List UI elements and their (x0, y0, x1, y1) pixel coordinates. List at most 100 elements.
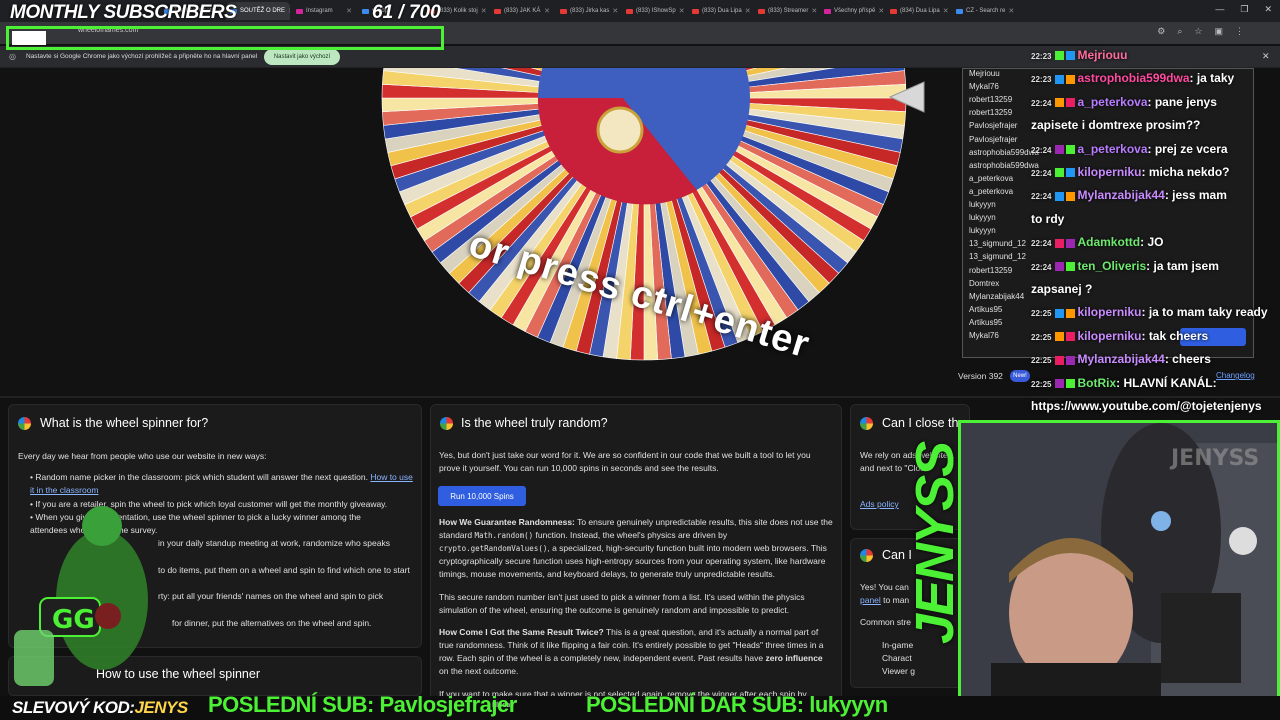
bookmark-star-icon[interactable]: ☆ (1194, 26, 1202, 37)
tab-close-icon[interactable]: ✕ (811, 7, 817, 15)
name-list-item[interactable]: 13_sigmund_12 (969, 239, 1026, 248)
tab-title: Instagram (306, 8, 333, 14)
name-list-item[interactable]: Artikus95 (969, 318, 1002, 327)
browser-tab[interactable]: Všechny příspě ✕ (820, 2, 884, 20)
tab-close-icon[interactable]: ✕ (346, 7, 352, 15)
tab-close-icon[interactable]: ✕ (745, 7, 751, 15)
chat-badge-icon (1066, 51, 1076, 61)
tab-close-icon[interactable]: ✕ (481, 7, 487, 15)
chat-badge-icon (1066, 332, 1076, 342)
chat-username[interactable]: kiloperniku (1077, 329, 1141, 343)
tab-close-icon[interactable]: ✕ (878, 7, 884, 15)
chat-message: 22:24 Mylanzabijak44: jess mam (1031, 188, 1227, 202)
maximize-icon[interactable]: ❐ (1240, 4, 1248, 15)
chat-text: : tak cheers (1141, 328, 1209, 343)
chat-username[interactable]: kiloperniku (1077, 305, 1141, 319)
chat-time: 22:23 (1031, 75, 1052, 85)
tab-close-icon[interactable]: ✕ (612, 7, 618, 15)
tab-title: (833) IShowSp (636, 8, 676, 14)
monthly-subscribers-count: 61 / 700 (372, 2, 441, 23)
set-default-button[interactable]: Nastavit jako výchozí (264, 49, 340, 65)
panel-link[interactable]: panel (860, 595, 881, 605)
extension-icon[interactable]: ⚙ (1157, 26, 1165, 37)
chat-text: : jess mam (1164, 188, 1227, 203)
tab-close-icon[interactable]: ✕ (679, 7, 685, 15)
close-window-icon[interactable]: ✕ (1264, 4, 1272, 15)
card4-text-2: panel to man (860, 595, 910, 605)
name-list-item[interactable]: Pavlosjefrajer (969, 135, 1017, 144)
chat-badge-icon (1055, 191, 1065, 201)
name-list-item[interactable]: robert13259 (969, 95, 1012, 104)
name-list-item[interactable]: astrophobia599dwa (969, 148, 1039, 157)
changelog-link[interactable]: Changelog (1216, 371, 1255, 380)
puzzle-icon[interactable]: ▣ (1214, 26, 1223, 37)
chat-time: 22:24 (1031, 98, 1052, 108)
chat-time: 22:25 (1031, 309, 1052, 319)
chrome-icon: ◎ (9, 52, 16, 61)
name-list-item[interactable]: Domtrex (969, 279, 999, 288)
chat-username[interactable]: BotRix (1077, 376, 1116, 390)
name-list-item[interactable]: lukyyyn (969, 213, 996, 222)
name-list-item[interactable]: Mykal76 (969, 82, 999, 91)
chat-username[interactable]: astrophobia599dwa (1077, 71, 1189, 85)
browser-tab[interactable]: (833) IShowSp ✕ (622, 2, 686, 20)
name-list-item[interactable]: astrophobia599dwa (969, 161, 1039, 170)
zoom-icon[interactable]: ⌕ (1177, 26, 1182, 37)
infobar-close-icon[interactable]: ✕ (1262, 51, 1270, 62)
chat-username[interactable]: Mylanzabijak44 (1077, 188, 1164, 202)
run-10000-spins-button[interactable]: Run 10,000 Spins (438, 486, 526, 506)
tab-title: CZ - Search re (966, 8, 1006, 14)
name-list-item[interactable]: a_peterkova (969, 174, 1013, 183)
name-list-item[interactable]: Mykal76 (969, 331, 999, 340)
name-list-item[interactable]: robert13259 (969, 108, 1012, 117)
chat-message: 22:24 kiloperniku: micha nekdo? (1031, 165, 1230, 179)
name-list-item[interactable]: lukyyyn (969, 226, 996, 235)
chat-username[interactable]: ten_Oliveris (1077, 259, 1146, 273)
tab-close-icon[interactable]: ✕ (1008, 7, 1014, 15)
chat-username[interactable]: a_peterkova (1077, 142, 1147, 156)
tab-close-icon[interactable]: ✕ (288, 7, 290, 15)
minimize-icon[interactable]: — (1215, 4, 1224, 15)
youtube-icon (890, 8, 897, 14)
chat-username[interactable]: a_peterkova (1077, 95, 1147, 109)
name-list-item[interactable]: 13_sigmund_12 (969, 252, 1026, 261)
wheel-logo-icon (440, 417, 453, 430)
window-controls: — ❐ ✕ (1215, 4, 1272, 15)
chat-badge-icon (1066, 74, 1076, 84)
card3-title: Can I close the (882, 416, 966, 430)
chat-badge-icon (1066, 261, 1076, 271)
name-list-item[interactable]: a_peterkova (969, 187, 1013, 196)
chat-username[interactable]: Mylanzabijak44 (1077, 352, 1164, 366)
tab-close-icon[interactable]: ✕ (544, 7, 550, 15)
browser-tab[interactable]: Instagram ✕ (292, 2, 356, 20)
instagram-icon (824, 8, 831, 14)
browser-tab[interactable]: (833) JAK KÁ ✕ (490, 2, 554, 20)
chat-username[interactable]: Mejriouu (1077, 48, 1127, 62)
name-list-item[interactable]: Artikus95 (969, 305, 1002, 314)
club-crest-icon (596, 106, 644, 154)
name-list-item[interactable]: robert13259 (969, 266, 1012, 275)
name-list-item[interactable]: Mylanzabijak44 (969, 292, 1024, 301)
svg-text:GG: GG (52, 605, 95, 635)
name-list-item[interactable]: Mejriouu (969, 69, 1000, 78)
browser-tab[interactable]: (834) Dua Lipa ✕ (886, 2, 950, 20)
tab-title: (833) Jirka kas (570, 8, 610, 14)
chat-username[interactable]: Adamkottd (1077, 235, 1140, 249)
tab-title: (834) Dua Lipa (900, 8, 940, 14)
favicon-icon (362, 8, 369, 14)
browser-tab[interactable]: (833) Streamer ✕ (754, 2, 818, 20)
chat-message: 22:25 BotRix: HLAVNÍ KANÁL: (1031, 376, 1217, 390)
menu-icon[interactable]: ⋮ (1235, 26, 1244, 37)
name-list-item[interactable]: lukyyyn (969, 200, 996, 209)
spin-wheel[interactable] (374, 68, 914, 368)
browser-tab[interactable]: (833) Dua Lipa ✕ (688, 2, 752, 20)
chat-text: : ja taky (1189, 71, 1235, 86)
ads-policy-link[interactable]: Ads policy (860, 498, 899, 511)
chat-message: 22:25 Mylanzabijak44: cheers (1031, 352, 1211, 366)
name-list-item[interactable]: Pavlosjefrajer (969, 121, 1017, 130)
tab-close-icon[interactable]: ✕ (943, 7, 949, 15)
browser-tab[interactable]: CZ - Search re ✕ (952, 2, 1016, 20)
browser-tab[interactable]: (833) Jirka kas ✕ (556, 2, 620, 20)
last-sub-label: POSLEDNÍ SUB: Pavlosjefrajer (208, 692, 517, 717)
chat-username[interactable]: kiloperniku (1077, 165, 1141, 179)
